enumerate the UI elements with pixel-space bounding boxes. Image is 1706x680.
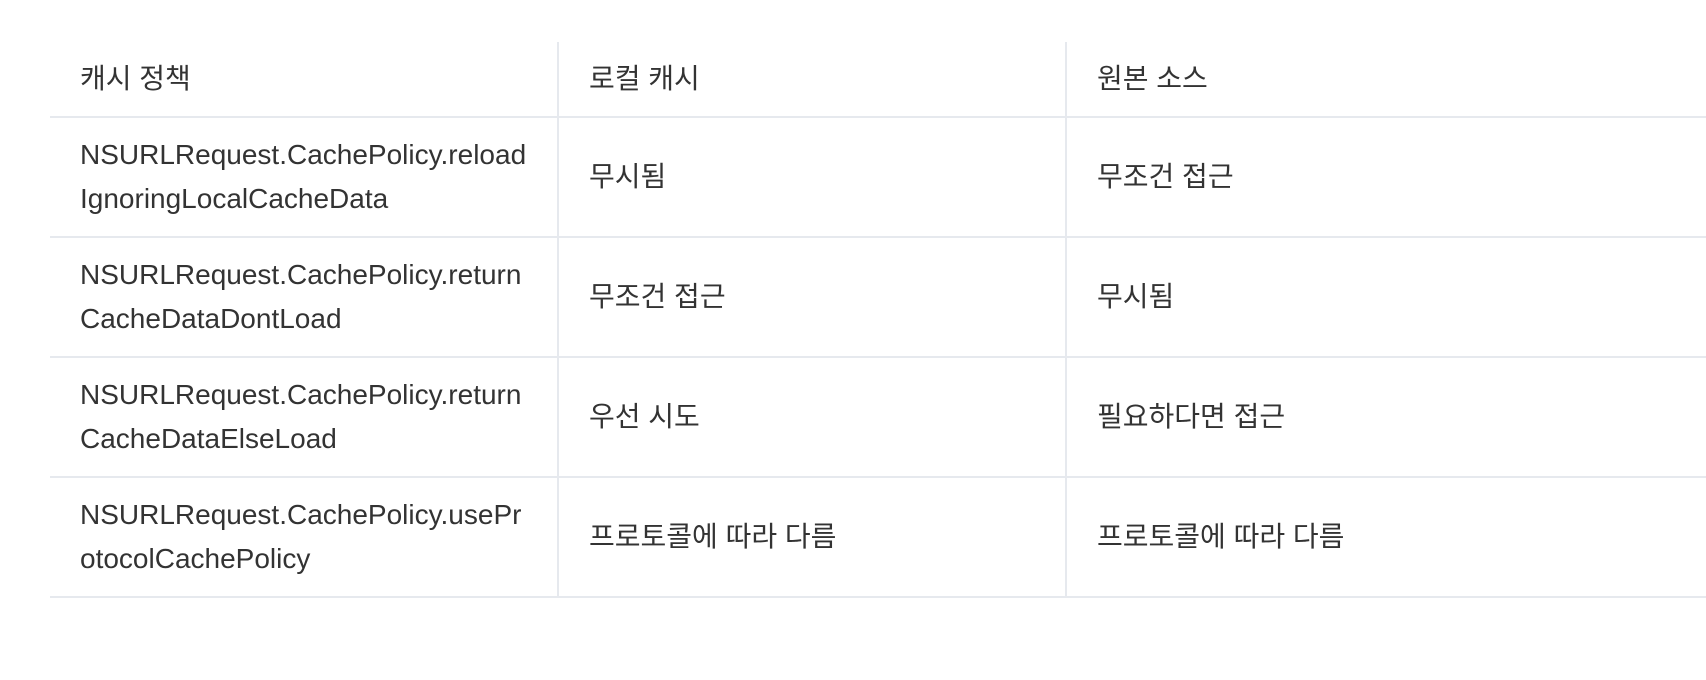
cell-policy-name: NSURLRequest.CachePolicy.reloadIgnoringL… — [50, 117, 558, 238]
cell-origin-source: 무조건 접근 — [1065, 117, 1706, 238]
table-row: NSURLRequest.CachePolicy.useProtocolCach… — [50, 477, 1706, 598]
table-header: 캐시 정책 로컬 캐시 원본 소스 — [50, 42, 1706, 118]
table-body: NSURLRequest.CachePolicy.reloadIgnoringL… — [50, 117, 1706, 598]
cache-policy-table: 캐시 정책 로컬 캐시 원본 소스 NSURLRequest.CachePoli… — [50, 42, 1706, 598]
cell-local-cache: 우선 시도 — [557, 357, 1066, 478]
cell-policy-name: NSURLRequest.CachePolicy.useProtocolCach… — [50, 477, 558, 598]
cell-origin-source: 필요하다면 접근 — [1065, 357, 1706, 478]
cell-policy-name: NSURLRequest.CachePolicy.returnCacheData… — [50, 357, 558, 478]
cache-policy-table-container: 캐시 정책 로컬 캐시 원본 소스 NSURLRequest.CachePoli… — [50, 42, 1706, 598]
header-local-cache: 로컬 캐시 — [557, 42, 1066, 118]
cell-local-cache: 무조건 접근 — [557, 237, 1066, 358]
cell-policy-name: NSURLRequest.CachePolicy.returnCacheData… — [50, 237, 558, 358]
cell-origin-source: 프로토콜에 따라 다름 — [1065, 477, 1706, 598]
table-row: NSURLRequest.CachePolicy.returnCacheData… — [50, 357, 1706, 478]
header-cache-policy: 캐시 정책 — [50, 42, 558, 118]
header-origin-source: 원본 소스 — [1065, 42, 1706, 118]
cell-origin-source: 무시됨 — [1065, 237, 1706, 358]
cell-local-cache: 프로토콜에 따라 다름 — [557, 477, 1066, 598]
table-row: NSURLRequest.CachePolicy.returnCacheData… — [50, 237, 1706, 358]
cell-local-cache: 무시됨 — [557, 117, 1066, 238]
table-header-row: 캐시 정책 로컬 캐시 원본 소스 — [50, 42, 1706, 118]
table-row: NSURLRequest.CachePolicy.reloadIgnoringL… — [50, 117, 1706, 238]
